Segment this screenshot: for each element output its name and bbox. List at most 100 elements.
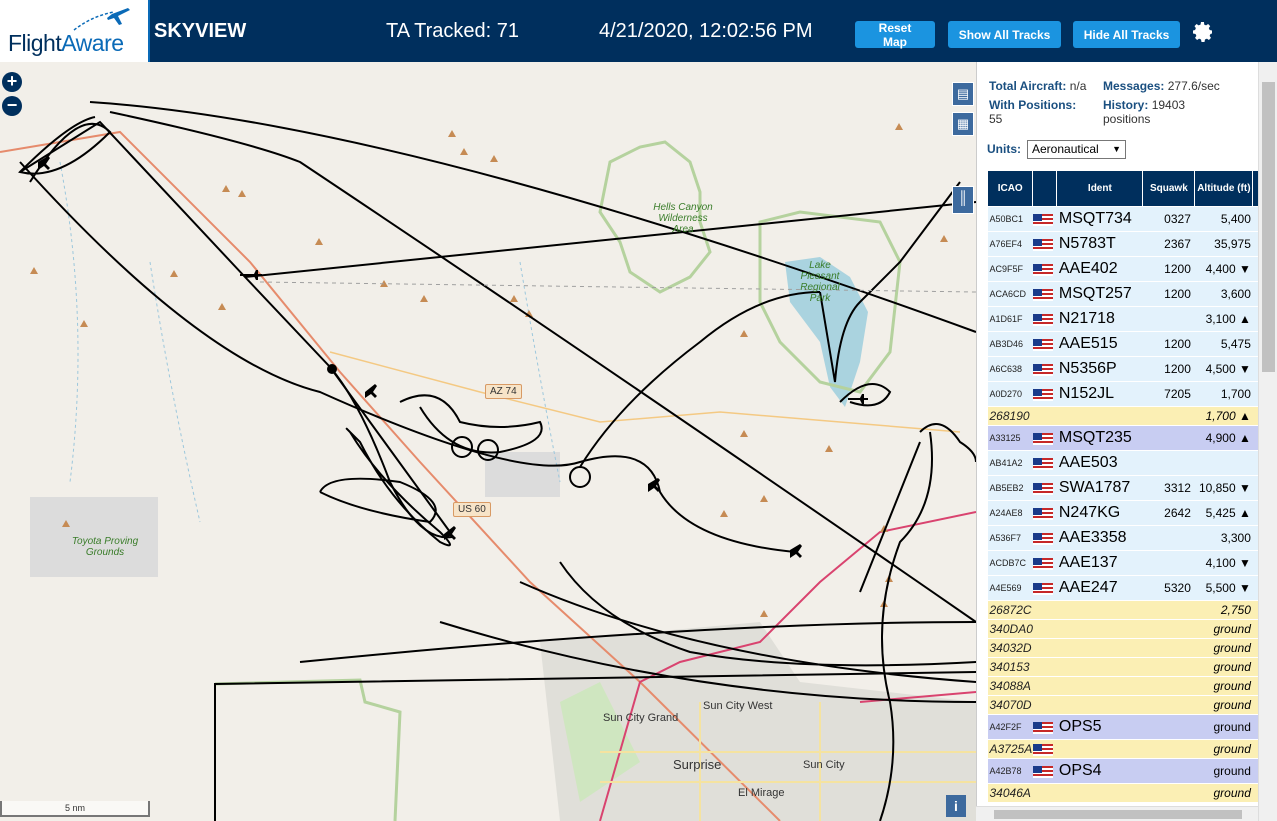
table-row[interactable]: ACDB7C AAE137 4,100 ▼ [987,550,1261,576]
table-row[interactable]: AB3D46 AAE515 1200 5,475 [987,331,1261,357]
table-row[interactable]: A33125 MSQT235 4,900 ▲ [987,425,1261,451]
col-squawk[interactable]: Squawk [1142,170,1196,207]
table-row[interactable]: A42F2F OPS5 ground [987,714,1261,740]
table-row[interactable]: A24AE8 N247KG 2642 5,425 ▲ [987,500,1261,526]
cell-squawk [1142,758,1195,784]
cell-icao: 34046A [987,783,1033,803]
gear-icon[interactable] [1191,20,1215,44]
cell-altitude: ground [1194,714,1253,740]
hide-all-tracks-button[interactable]: Hide All Tracks [1073,21,1180,48]
grid-icon[interactable]: ▦ [952,112,974,136]
table-row[interactable]: A42B78 OPS4 ground [987,758,1261,784]
table-row[interactable]: A0D270 N152JL 7205 1,700 [987,381,1261,407]
col-flag[interactable] [1032,170,1058,207]
cell-altitude: 2,750 [1194,600,1253,620]
map-label-toyota: Toyota Proving Grounds [71,536,139,558]
panel-toggle-icon[interactable]: ║ [952,186,974,214]
cell-flag [1032,306,1057,332]
us-flag-icon [1032,313,1053,326]
table-row[interactable]: AC9F5F AAE402 1200 4,400 ▼ [987,256,1261,282]
table-row[interactable]: 34088A ground [987,676,1261,696]
table-row[interactable]: A3725A ground [987,739,1261,759]
cell-squawk [1142,676,1195,696]
zoom-in-button[interactable]: + [2,72,22,92]
cell-flag [1032,406,1057,426]
table-row[interactable]: A536F7 AAE3358 3,300 [987,525,1261,551]
table-row[interactable]: 26872C 2,750 [987,600,1261,620]
cell-ident [1056,600,1143,620]
cell-ident [1056,619,1143,639]
aircraft-panel: Total Aircraft: n/a Messages: 277.6/sec … [976,62,1277,821]
cell-icao: A0D270 [987,381,1033,407]
map-scale: 5 nm [0,801,150,817]
us-flag-icon [1032,721,1053,734]
table-row[interactable]: A6C638 N5356P 1200 4,500 ▼ [987,356,1261,382]
cell-icao: ACDB7C [987,550,1033,576]
table-row[interactable]: 34032D ground [987,638,1261,658]
cell-squawk: 5320 [1142,575,1195,601]
col-altitude[interactable]: Altitude (ft) [1194,170,1254,207]
cell-squawk [1142,739,1195,759]
show-all-tracks-button[interactable]: Show All Tracks [948,21,1061,48]
col-ident[interactable]: Ident [1056,170,1144,207]
table-row[interactable]: A76EF4 N5783T 2367 35,975 [987,231,1261,257]
cell-icao: A42B78 [987,758,1033,784]
cell-squawk [1142,600,1195,620]
aircraft-icon [365,384,377,398]
panel-scrollbar[interactable] [1258,62,1277,821]
hscrollbar-thumb[interactable] [994,810,1242,819]
table-row[interactable]: 268190 1,700 ▲ [987,406,1261,426]
us-flag-icon [1032,743,1053,756]
table-row[interactable]: A1D61F N21718 3,100 ▲ [987,306,1261,332]
col-icao[interactable]: ICAO [986,170,1034,207]
reset-map-button[interactable]: Reset Map [855,21,935,49]
cell-altitude: 3,100 ▲ [1194,306,1253,332]
cell-ident: AAE247 [1056,575,1143,601]
cell-flag [1032,783,1057,803]
cell-altitude: 4,900 ▲ [1194,425,1253,451]
cell-icao: A536F7 [987,525,1033,551]
table-row[interactable]: 34070D ground [987,695,1261,715]
tracked-count: TA Tracked: 71 [386,20,520,42]
cell-ident [1056,695,1143,715]
cell-icao: A76EF4 [987,231,1033,257]
us-flag-icon [1032,432,1053,445]
cell-ident: MSQT235 [1056,425,1143,451]
cell-icao: AB41A2 [987,450,1033,476]
table-row[interactable]: 340153 ground [987,657,1261,677]
cell-flag [1032,281,1057,307]
table-row[interactable]: A4E569 AAE247 5320 5,500 ▼ [987,575,1261,601]
us-flag-icon [1032,457,1053,470]
table-row[interactable]: 340DA0 ground [987,619,1261,639]
table-row[interactable]: A50BC1 MSQT734 0327 5,400 [987,206,1261,232]
map-view[interactable]: Hells Canyon Wilderness Area Lake Pleasa… [0,62,976,821]
cell-icao: 34088A [987,676,1033,696]
scrollbar-thumb[interactable] [1262,82,1275,372]
cell-altitude: 5,425 ▲ [1194,500,1253,526]
cell-icao: 34032D [987,638,1033,658]
map-layers-icon[interactable]: ▤ [952,82,974,106]
cell-flag [1032,600,1057,620]
table-row[interactable]: 34046A ground [987,783,1261,803]
flightaware-logo[interactable]: FlightAware [0,0,150,62]
cell-icao: AC9F5F [987,256,1033,282]
cell-ident: N5783T [1056,231,1143,257]
table-row[interactable]: AB5EB2 SWA1787 3312 10,850 ▼ [987,475,1261,501]
cell-icao: A24AE8 [987,500,1033,526]
cell-squawk: 1200 [1142,256,1195,282]
table-row[interactable]: AB41A2 AAE503 [987,450,1261,476]
map-canvas[interactable] [0,62,976,821]
cell-ident [1056,638,1143,658]
aircraft-table: ICAO Ident Squawk Altitude (ft) A50BC1 MS… [986,170,1262,803]
info-icon[interactable]: i [946,795,966,817]
map-label-sun-city-grand: Sun City Grand [603,712,679,724]
cell-flag [1032,475,1057,501]
cell-flag [1032,619,1057,639]
units-select[interactable]: Aeronautical ▼ [1027,140,1126,159]
cell-icao: 340153 [987,657,1033,677]
panel-hscrollbar[interactable] [976,806,1258,821]
table-row[interactable]: ACA6CD MSQT257 1200 3,600 [987,281,1261,307]
cell-ident: AAE402 [1056,256,1143,282]
zoom-out-button[interactable]: − [2,96,22,116]
airplane-logo-icon [73,8,130,31]
